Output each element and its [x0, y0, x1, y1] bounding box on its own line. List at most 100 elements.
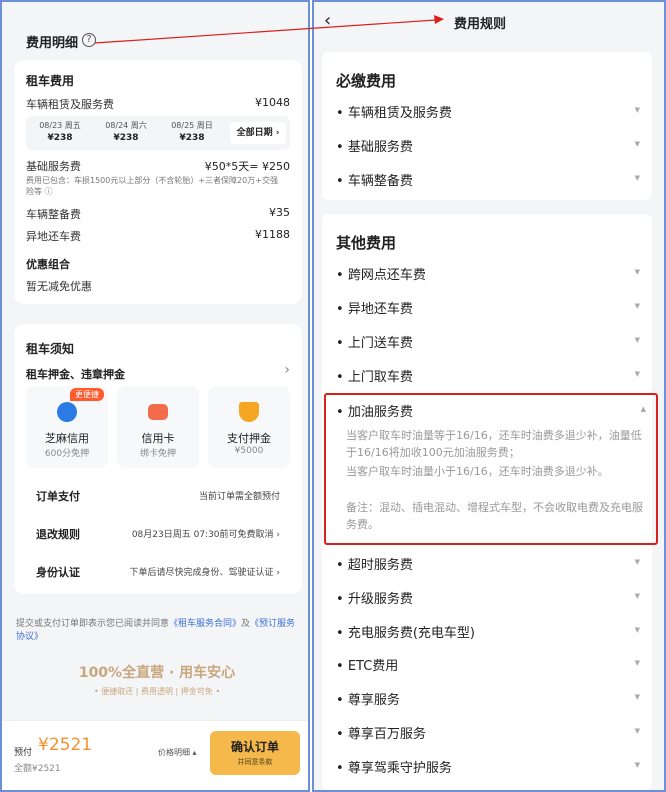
refuel-fee-row[interactable]: • 加油服务费 ▲ [336, 401, 646, 420]
fee-rules-panel: ‹ 费用规则 必缴费用 • 车辆租赁及服务费 ▼ • 基础服务费 ▼ • 车辆整备费 ▼ … [312, 0, 666, 792]
remote-return-fee-row: 异地还车费 ¥1188 [26, 228, 290, 244]
sesame-credit-icon [57, 402, 77, 422]
rental-fee-card: 租车费用 车辆租赁及服务费 ¥1048 08/23 周五 ¥238 08/24 … [14, 60, 302, 304]
fee-item-label: 跨网点还车费 [347, 268, 426, 283]
other-fee-item[interactable]: • 升级服务费 ▼ [336, 588, 640, 607]
caret-down-icon: ▼ [634, 659, 640, 668]
caret-down-icon: ▼ [634, 370, 640, 378]
order-confirm-panel: 费用明细 ? 租车费用 车辆租赁及服务费 ¥1048 08/23 周五 ¥238… [0, 0, 310, 792]
slogan-sub: • 便捷取还 | 费用透明 | 押金可免 • [93, 687, 221, 696]
caret-down-icon: ▼ [634, 693, 640, 702]
rental-contract-link[interactable]: 《租车服务合同》 [169, 619, 241, 629]
daily-price-value-3: ¥238 [179, 133, 205, 143]
daily-date-2: 08/24 周六 [105, 121, 147, 130]
required-fee-item[interactable]: • 基础服务费 ▼ [336, 136, 640, 155]
fee-detail-title: 费用明细 [26, 36, 79, 51]
daily-date-1: 08/23 周五 [39, 121, 81, 130]
fee-item-label: 上门取车费 [347, 370, 413, 385]
refuel-fee-label: 加油服务费 [347, 405, 413, 420]
refund-rules-row[interactable]: 退改规则 08月23日周五 07:30前可免费取消 › [26, 518, 290, 548]
required-fee-item[interactable]: • 车辆整备费 ▼ [336, 170, 640, 189]
other-fee-item[interactable]: • 跨网点还车费 ▼ [336, 264, 640, 283]
back-arrow-icon[interactable]: ‹ [324, 10, 331, 31]
deposit-option-sub: 绑卡免押 [139, 449, 176, 459]
fee-item-label: 基础服务费 [347, 140, 413, 155]
daily-date-3: 08/25 周日 [171, 121, 213, 130]
confirm-order-sub: 并同意条款 [237, 758, 273, 766]
bottom-pay-bar: 预付 ¥2521 全额¥2521 价格明细 ▴ 确认订单 并同意条款 [2, 720, 308, 790]
refund-rules-value: 08月23日周五 07:30前可免费取消 › [131, 530, 280, 540]
daily-price-value-1: ¥238 [47, 133, 73, 143]
required-fees-title: 必缴费用 [336, 72, 397, 90]
caret-down-icon: ▼ [634, 625, 640, 634]
required-fee-item[interactable]: • 车辆租赁及服务费 ▼ [336, 102, 640, 121]
other-fee-item[interactable]: • 上门送车费 ▼ [336, 332, 640, 351]
identity-verify-row[interactable]: 身份认证 下单后请尽快完成身份、驾驶证认证 › [26, 556, 290, 586]
other-fee-item[interactable]: • 尊享百万服务 ▼ [336, 723, 640, 742]
fee-item-label: 车辆租赁及服务费 [347, 106, 452, 121]
other-fee-item[interactable]: • 异地还车费 ▼ [336, 298, 640, 317]
deposit-option-name: 支付押金 [227, 432, 271, 445]
other-fee-item[interactable]: • 上门取车费 ▼ [336, 366, 640, 385]
fee-item-label: 车辆整备费 [347, 174, 413, 189]
slogan: 100%全直营 · 用车安心 [78, 665, 236, 681]
identity-verify-value: 下单后请尽快完成身份、驾驶证认证 › [129, 568, 280, 578]
agreement-mid: 及 [241, 619, 251, 629]
prep-fee-value: ¥35 [269, 206, 290, 219]
caret-down-icon: ▼ [634, 558, 640, 566]
caret-down-icon: ▼ [634, 760, 640, 769]
credit-card-icon [148, 404, 168, 420]
order-payment-label: 订单支付 [36, 490, 80, 503]
other-fees-title: 其他费用 [336, 234, 397, 252]
deposit-option-sub: ¥5000 [234, 446, 264, 456]
daily-price-3: 08/25 周日 ¥238 [162, 120, 222, 143]
deposit-option-name: 信用卡 [141, 432, 175, 445]
daily-price-1: 08/23 周五 ¥238 [30, 120, 90, 143]
fee-item-label: ETC费用 [347, 659, 399, 675]
deposit-option-pay[interactable]: 支付押金 ¥5000 [208, 386, 290, 468]
rent-fee-value: ¥1048 [255, 96, 290, 109]
daily-price-value-2: ¥238 [113, 133, 139, 143]
refuel-rule-text-1: 当客户取车时油量等于16/16，还车时油费多退少补，油量低于16/16将加收10… [346, 429, 642, 459]
caret-down-icon: ▼ [634, 268, 640, 276]
other-fee-item[interactable]: • 充电服务费(充电车型) ▼ [336, 622, 640, 641]
prepay-amount: ¥2521 [38, 735, 93, 755]
fee-item-label: 异地还车费 [347, 302, 413, 317]
confirm-order-button[interactable]: 确认订单 并同意条款 [210, 731, 300, 775]
daily-price-2: 08/24 周六 ¥238 [96, 120, 156, 143]
deposit-option-sub: 600分免押 [44, 449, 90, 459]
agreement-text: 提交或支付订单即表示您已阅读并同意《租车服务合同》及《预订服务协议》 [16, 618, 302, 644]
convenient-badge: 更便捷 [70, 388, 104, 401]
fee-item-label: 升级服务费 [347, 591, 413, 607]
other-fee-item[interactable]: • 尊享驾乘守护服务 ▼ [336, 757, 640, 776]
caret-down-icon: ▼ [634, 302, 640, 310]
help-icon[interactable]: ? [82, 33, 96, 47]
other-fee-item[interactable]: • ETC费用 ▼ [336, 655, 640, 674]
shield-yuan-icon [239, 402, 259, 422]
fee-item-label: 尊享驾乘守护服务 [347, 760, 452, 776]
all-dates-button[interactable]: 全部日期 › [230, 122, 286, 144]
fee-item-label: 尊享百万服务 [347, 727, 426, 742]
identity-verify-label: 身份认证 [36, 566, 80, 579]
other-fee-item[interactable]: • 超时服务费 ▼ [336, 554, 640, 573]
deposit-chevron-icon[interactable]: › [284, 362, 290, 378]
rental-fee-title: 租车费用 [26, 74, 75, 88]
caret-down-icon: ▼ [634, 140, 640, 148]
caret-up-icon: ▲ [640, 405, 646, 413]
rent-fee-label: 车辆租赁及服务费 [26, 98, 114, 111]
total-amount: 全额¥2521 [14, 764, 61, 774]
refund-rules-label: 退改规则 [36, 528, 80, 541]
daily-price-box: 08/23 周五 ¥238 08/24 周六 ¥238 08/25 周日 ¥23… [26, 116, 290, 150]
fee-item-label: 尊享服务 [347, 693, 400, 709]
caret-down-icon: ▼ [634, 174, 640, 182]
other-fee-item[interactable]: • 尊享服务 ▼ [336, 689, 640, 708]
price-detail-toggle[interactable]: 价格明细 ▴ [158, 747, 197, 758]
deposit-option-credit-card[interactable]: 信用卡 绑卡免押 [117, 386, 199, 468]
caret-down-icon: ▼ [634, 727, 640, 735]
refuel-rule-text-2: 当客户取车时油量小于16/16，还车时油费多退少补。 [346, 465, 609, 478]
order-payment-row[interactable]: 订单支付 当前订单需全额预付 [26, 480, 290, 510]
deposit-title[interactable]: 租车押金、违章押金 [26, 366, 125, 382]
agreement-prefix: 提交或支付订单即表示您已阅读并同意 [16, 619, 170, 629]
rental-notice-title: 租车须知 [26, 342, 75, 356]
refuel-fee-expanded-section: • 加油服务费 ▲ 当客户取车时油量等于16/16，还车时油费多退少补，油量低于… [324, 393, 658, 545]
